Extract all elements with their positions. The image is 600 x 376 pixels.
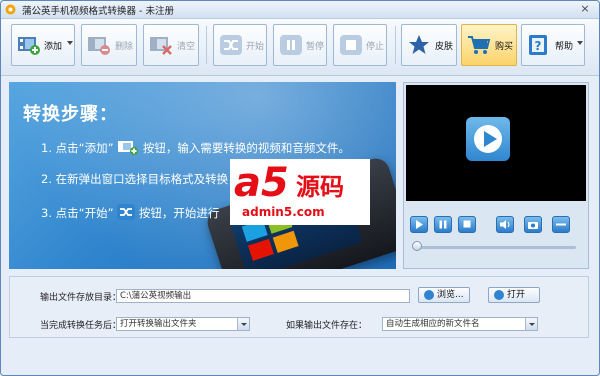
browse-icon [424,290,434,300]
star-icon [409,35,429,54]
add-button[interactable]: 添加 [11,24,75,66]
shuffle-icon [220,35,242,55]
clear-button[interactable]: 清空 [143,24,199,66]
progress-slider-handle[interactable] [412,241,422,251]
play-icon [474,125,502,153]
clear-label: 清空 [177,42,196,52]
add-video-icon [18,37,40,55]
fullscreen-icon [556,223,566,226]
pause-label: 暂停 [306,42,325,52]
buy-button[interactable]: 购买 [461,24,517,66]
step-3: 3. 点击“开始” 按钮，开始进行 [41,204,220,220]
output-dir-label: 输出文件存放目录： [40,293,122,303]
add-video-icon [118,141,139,155]
play-button[interactable] [410,216,428,233]
open-folder-button[interactable]: 打开 [488,287,540,303]
start-button[interactable]: 开始 [213,24,267,66]
file-exists-select[interactable]: 自动生成相应的新文件名 [382,317,538,331]
pause-icon [280,35,302,55]
toolbar-separator [395,26,396,64]
stop-label: 停止 [366,42,385,52]
progress-slider[interactable] [416,246,576,249]
steps-title: 转换步骤： [23,104,118,125]
play-big-button[interactable] [466,117,510,161]
after-done-select[interactable]: 打开转换输出文件夹 [116,317,250,331]
cart-icon [468,36,491,54]
clear-video-icon [150,37,172,55]
window-title: 蒲公英手机视频格式转换器 - 未注册 [22,6,174,17]
help-dropdown-arrow-icon[interactable] [577,41,583,45]
title-bar: 蒲公英手机视频格式转换器 - 未注册 × [1,1,599,19]
add-label: 添加 [44,42,63,52]
delete-button[interactable]: 删除 [81,24,137,66]
pause-player-button[interactable] [434,216,452,233]
after-done-label: 当完成转换任务后： [40,321,122,331]
pause-button[interactable]: 暂停 [273,24,327,66]
status-bar [1,346,599,375]
stop-icon [463,220,471,228]
volume-icon [500,220,510,229]
chevron-down-icon[interactable] [237,318,249,330]
stop-player-button[interactable] [458,216,476,233]
step-1: 1. 点击“添加” 按钮，输入需要转换的视频和音频文件。 [41,141,350,155]
stop-icon [340,35,362,55]
video-preview-panel [403,82,589,269]
volume-button[interactable] [496,216,514,233]
svg-text:?: ? [535,39,542,53]
play-icon [416,220,423,229]
delete-label: 删除 [115,42,134,52]
snapshot-icon [528,222,538,229]
help-icon: ? [529,35,547,55]
open-folder-icon [494,290,504,300]
help-label: 帮助 [555,42,574,52]
delete-video-icon [88,37,110,55]
fullscreen-button[interactable] [552,216,570,233]
output-settings-panel: 输出文件存放目录： C:\蒲公英视频输出 浏览... 打开 当完成转换任务后： … [9,276,589,338]
file-exists-label: 如果输出文件存在： [286,321,368,331]
shuffle-icon [117,204,136,220]
buy-label: 购买 [495,42,514,52]
pause-icon [439,220,447,229]
app-logo-icon [5,4,16,15]
skin-button[interactable]: 皮肤 [401,24,457,66]
snapshot-button[interactable] [524,216,542,233]
start-label: 开始 [246,42,265,52]
output-dir-field[interactable]: C:\蒲公英视频输出 [116,289,410,303]
browse-button[interactable]: 浏览... [418,287,470,303]
app-window: 蒲公英手机视频格式转换器 - 未注册 × 添加 删除 清空 开始 暂停 停止 皮… [0,0,600,376]
help-button[interactable]: ? 帮助 [521,24,585,66]
toolbar-separator [206,26,207,64]
watermark-logo: a5 源码 admin5.com [230,159,370,225]
close-button[interactable]: × [577,2,593,16]
video-screen[interactable] [406,85,586,201]
skin-label: 皮肤 [435,42,454,52]
stop-button[interactable]: 停止 [333,24,387,66]
toolbar: 添加 删除 清空 开始 暂停 停止 皮肤 购买 ? 帮助 [1,19,599,76]
step-2: 2. 在新弹出窗口选择目标格式及转换 [41,172,229,186]
add-dropdown-arrow-icon[interactable] [67,41,73,45]
chevron-down-icon[interactable] [525,318,537,330]
